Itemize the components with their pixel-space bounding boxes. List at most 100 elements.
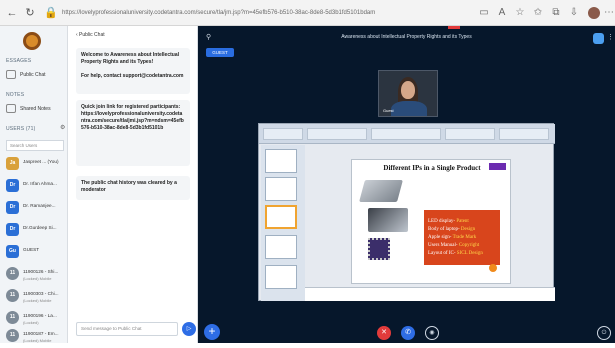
back-icon[interactable]: ← bbox=[6, 7, 18, 19]
mic-muted-button[interactable]: ✕ bbox=[377, 326, 391, 340]
refresh-icon[interactable]: ↻ bbox=[24, 7, 36, 19]
recording-button[interactable]: ⏻ bbox=[597, 326, 611, 340]
slide-notes-area bbox=[305, 287, 555, 301]
slide-title: Different IPs in a Single Product bbox=[383, 164, 481, 172]
ribbon-group bbox=[371, 128, 441, 140]
slide-thumbnails bbox=[261, 145, 305, 301]
send-button[interactable]: ▷ bbox=[182, 322, 196, 336]
favorite-icon[interactable]: ☆ bbox=[514, 7, 526, 19]
avatar: Ja bbox=[6, 157, 19, 170]
recording-indicator bbox=[448, 26, 460, 29]
webcam-name-label: Guest bbox=[383, 108, 394, 113]
laptop-image bbox=[359, 180, 403, 202]
avatar: 11 bbox=[6, 329, 19, 342]
avatar: 11 bbox=[6, 267, 19, 280]
lock-icon: 🔒 bbox=[44, 7, 58, 19]
notes-icon bbox=[6, 104, 16, 114]
ip-line-value: Patent bbox=[456, 219, 469, 224]
chat-message: The public chat history was cleared by a… bbox=[76, 176, 190, 200]
avatar: Dr bbox=[6, 179, 19, 192]
profile-icon[interactable] bbox=[588, 7, 600, 19]
user-item[interactable]: Dr Dr. Ramanjee... bbox=[6, 198, 64, 220]
ip-line-label: Apple sign- bbox=[428, 235, 453, 240]
user-status: (Locked) bbox=[23, 320, 39, 325]
zoom-icon[interactable]: A bbox=[496, 7, 508, 19]
extensions-icon[interactable]: ⧉ bbox=[550, 7, 562, 19]
meeting-title: Awareness about Intellectual Property Ri… bbox=[341, 34, 472, 40]
user-name: GUEST bbox=[23, 247, 40, 252]
user-item[interactable]: Gu GUEST bbox=[6, 242, 64, 264]
shared-screen: Different IPs in a Single Product LED di… bbox=[258, 123, 555, 301]
quickjoin-link[interactable]: https://lovelyprofessionaluniversity.cod… bbox=[81, 111, 184, 131]
user-item[interactable]: Ja Jaspreet ... (You) bbox=[6, 154, 64, 176]
gear-icon[interactable]: ⚙ bbox=[60, 124, 65, 131]
avatar: 11 bbox=[6, 289, 19, 302]
shared-notes-item[interactable]: Shared Notes bbox=[6, 102, 64, 116]
webcam-body bbox=[391, 101, 427, 116]
ip-line-label: Body of laptop- bbox=[428, 227, 461, 232]
address-bar[interactable]: https://lovelyprofessionaluniversity.cod… bbox=[62, 5, 472, 21]
quickjoin-title: Quick join link for registered participa… bbox=[81, 104, 181, 110]
avatar: Gu bbox=[6, 245, 19, 258]
current-slide: Different IPs in a Single Product LED di… bbox=[351, 159, 511, 284]
slide-bullet-icon bbox=[489, 264, 497, 272]
avatar: Dr bbox=[6, 223, 19, 236]
slide-thumbnail bbox=[265, 149, 297, 173]
ip-line-value: Trade Mark bbox=[452, 235, 477, 240]
user-name: 11900187 - Em... bbox=[23, 331, 59, 336]
webcam-face bbox=[401, 81, 415, 99]
ip-line: LED display- Patent bbox=[428, 218, 498, 226]
audio-button[interactable]: ✆ bbox=[401, 326, 415, 340]
browser-toolbar: ← ↻ 🔒 https://lovelyprofessionaluniversi… bbox=[0, 0, 615, 26]
public-chat-item[interactable]: Public Chat bbox=[6, 68, 64, 82]
shared-notes-label: Shared Notes bbox=[20, 106, 51, 112]
help-text: For help, contact support@codetantra.com bbox=[81, 73, 184, 79]
chat-back-button[interactable]: ‹ Public Chat bbox=[76, 32, 105, 38]
chat-message: Welcome to Awareness about Intellectual … bbox=[76, 48, 190, 94]
user-item[interactable]: Dr Dr.Gurdeep Si... bbox=[6, 220, 64, 242]
ribbon-group bbox=[307, 128, 367, 140]
user-name: Dr. Ramanjee... bbox=[23, 203, 56, 208]
user-status: (Locked) Mobile bbox=[23, 276, 52, 281]
settings-icon[interactable] bbox=[593, 33, 604, 44]
user-item[interactable]: 11 11900303 - Chi... (Locked) Mobile bbox=[6, 286, 64, 308]
ip-line: Users Manual- Copyright bbox=[428, 242, 498, 250]
camera-button[interactable]: ◉ bbox=[425, 326, 439, 340]
slide-thumbnail bbox=[265, 177, 297, 201]
user-item[interactable]: 11 11900187 - Em... (Locked) Mobile bbox=[6, 326, 64, 348]
cleared-notice: The public chat history was cleared by a… bbox=[81, 180, 177, 193]
webcam-video[interactable]: Guest bbox=[378, 70, 438, 117]
download-icon[interactable]: ⇩ bbox=[568, 7, 580, 19]
ip-info-box: LED display- Patent Body of laptop- Desi… bbox=[424, 210, 500, 265]
user-name: 11900196 - La... bbox=[23, 313, 57, 318]
chat-icon bbox=[6, 70, 16, 80]
public-chat-label: Public Chat bbox=[20, 72, 46, 78]
options-icon[interactable]: ⋮ bbox=[607, 33, 614, 41]
ribbon-group bbox=[445, 128, 495, 140]
ip-line-value: SICL Design bbox=[456, 251, 483, 256]
collections-icon[interactable]: ✩ bbox=[532, 7, 544, 19]
user-name: Dr. Irfan Ahma... bbox=[23, 181, 57, 186]
ip-line: Layout of IC- SICL Design bbox=[428, 250, 498, 258]
user-item[interactable]: Dr Dr. Irfan Ahma... bbox=[6, 176, 64, 198]
add-button[interactable]: + bbox=[204, 324, 220, 340]
slide-logo bbox=[489, 163, 506, 170]
public-chat-panel: ‹ Public Chat Welcome to Awareness about… bbox=[68, 26, 198, 343]
ip-line-label: Layout of IC- bbox=[428, 251, 457, 256]
presentation-area: ⚲ Awareness about Intellectual Property … bbox=[198, 26, 615, 343]
more-icon[interactable]: ⋯ bbox=[603, 7, 615, 19]
ip-line-label: Users Manual- bbox=[428, 243, 459, 248]
chat-message: Quick join link for registered participa… bbox=[76, 100, 190, 166]
ppt-ribbon bbox=[259, 124, 555, 144]
reader-icon[interactable]: ▭ bbox=[478, 7, 490, 19]
search-users-input[interactable]: Search Users bbox=[6, 140, 64, 151]
chat-message-input[interactable]: Send message to Public Chat bbox=[76, 322, 178, 336]
ip-line: Apple sign- Trade Mark bbox=[428, 234, 498, 242]
user-status: (Locked) Mobile bbox=[23, 298, 52, 303]
laptop-image bbox=[368, 208, 408, 232]
avatar: 11 bbox=[6, 311, 19, 324]
notes-heading: NOTES bbox=[6, 92, 25, 98]
slide-thumbnail-selected bbox=[265, 205, 297, 229]
user-item[interactable]: 11 11900126 - Shi... (Locked) Mobile bbox=[6, 264, 64, 286]
users-heading: USERS (71) bbox=[6, 126, 36, 132]
